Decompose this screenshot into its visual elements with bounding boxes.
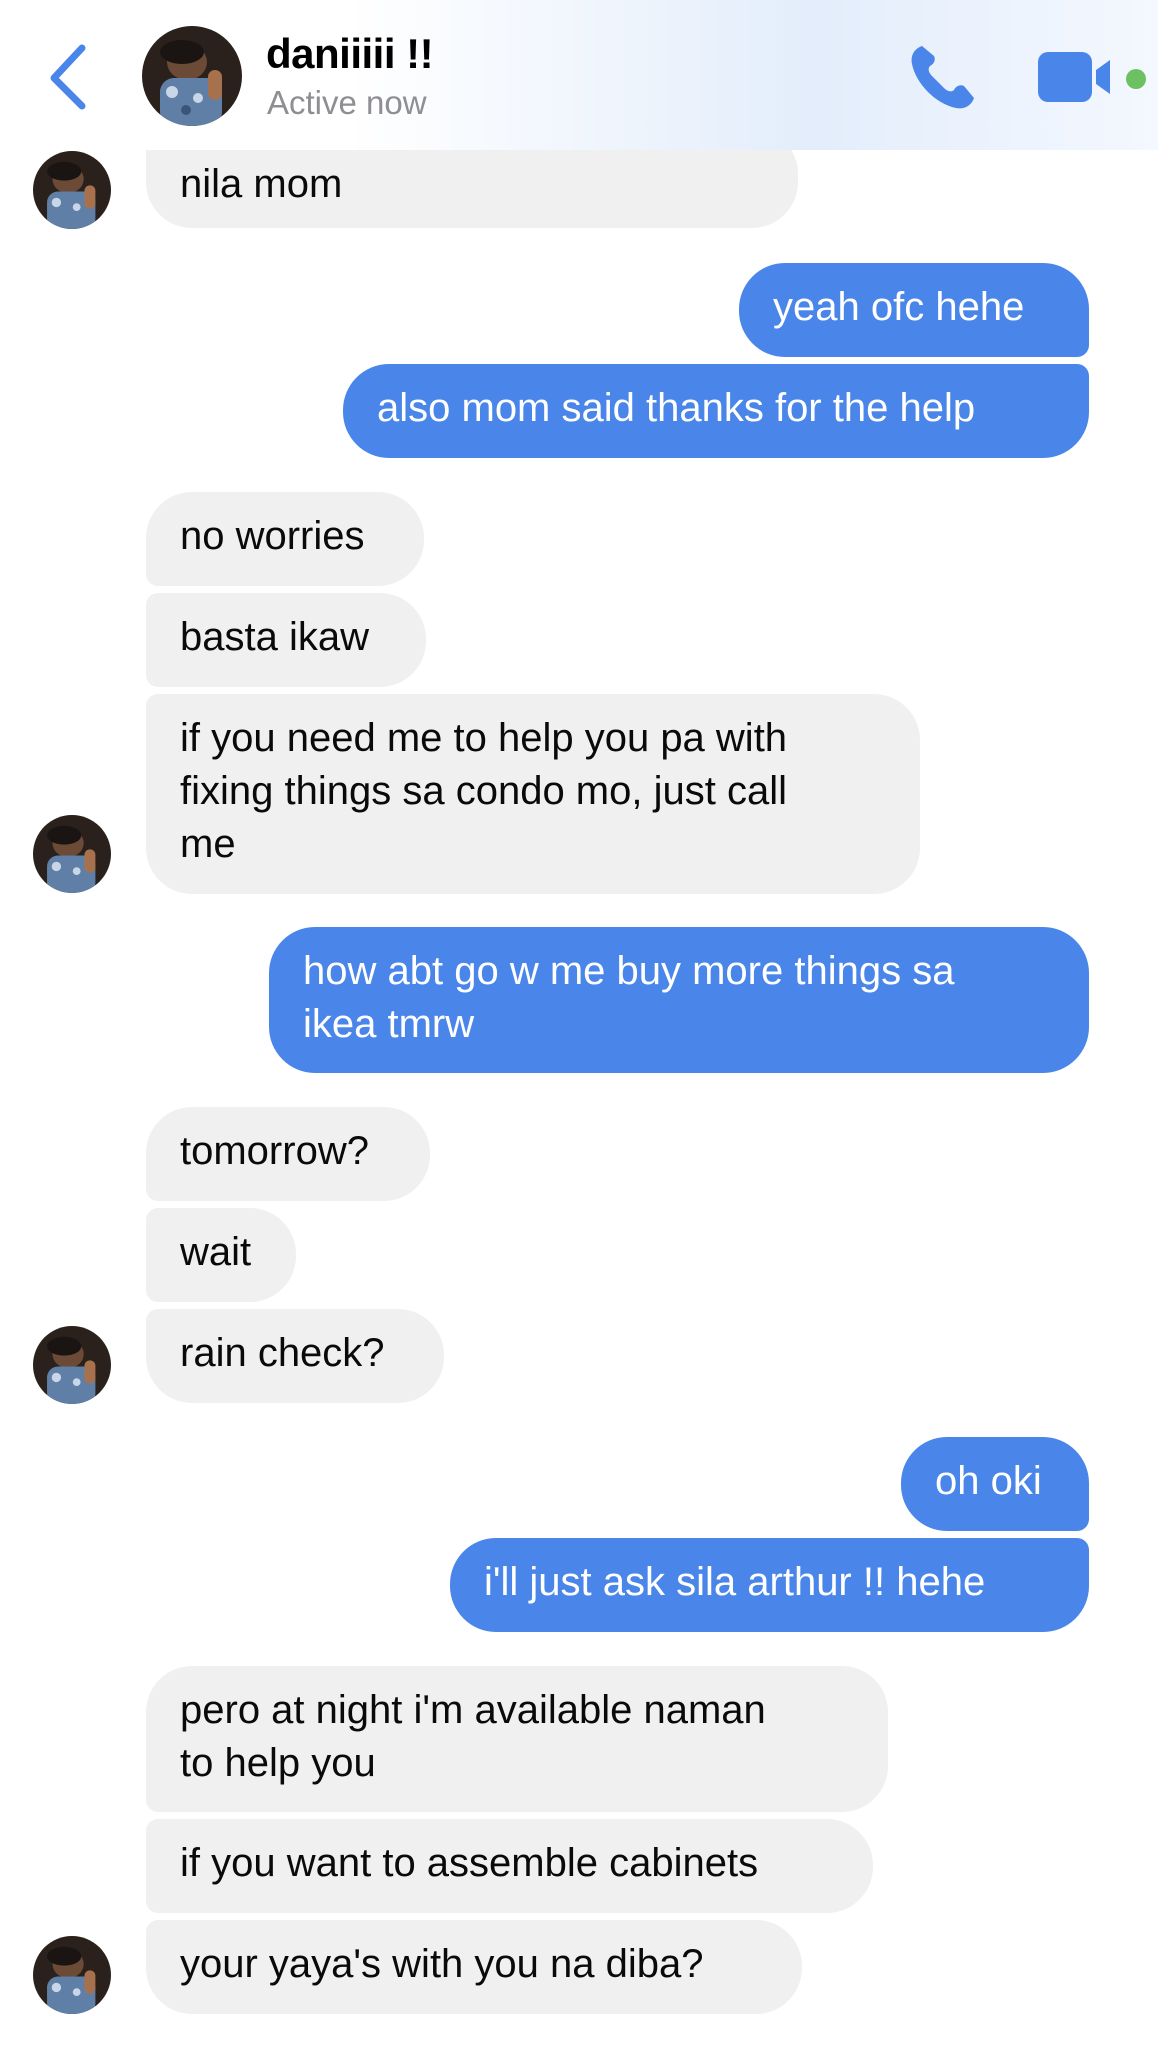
conversation-header: daniiiii !! Active now [0, 0, 1158, 150]
sender-avatar[interactable] [33, 1326, 111, 1404]
contact-avatar[interactable] [142, 26, 242, 126]
incoming-message[interactable]: rain check? [146, 1309, 444, 1403]
message-text: your yaya's with you na diba? [180, 1942, 704, 1986]
call-button[interactable] [904, 40, 980, 116]
outgoing-message[interactable]: i'll just ask sila arthur !! hehe [450, 1538, 1089, 1632]
incoming-message[interactable]: if you want to assemble cabinets [146, 1819, 873, 1913]
message-text: if you want to assemble cabinets [180, 1841, 759, 1885]
message-text: ikea tmrw [303, 1002, 475, 1046]
avatar-image [33, 1936, 111, 2014]
avatar-image [33, 1326, 111, 1404]
incoming-message[interactable]: basta ikaw [146, 593, 426, 687]
message-text: rain check? [180, 1331, 385, 1375]
incoming-message[interactable]: no worries [146, 492, 424, 586]
avatar-image [33, 151, 111, 229]
incoming-message[interactable]: if you need me to help you pa with fixin… [146, 694, 920, 894]
message-text: yeah ofc hehe [773, 285, 1025, 329]
incoming-message[interactable]: wait [146, 1208, 296, 1302]
sender-avatar[interactable] [33, 151, 111, 229]
message-text: if you need me to help you pa with [180, 716, 788, 760]
avatar-image [142, 26, 242, 126]
message-text: me [180, 822, 236, 866]
message-text: oh oki [935, 1459, 1042, 1503]
sender-avatar[interactable] [33, 815, 111, 893]
outgoing-message[interactable]: also mom said thanks for the help [343, 364, 1089, 458]
message-text: i'll just ask sila arthur !! hehe [484, 1560, 986, 1604]
avatar-image [33, 815, 111, 893]
back-button[interactable] [40, 40, 100, 110]
message-text: nila mom [180, 162, 343, 206]
message-text: fixing things sa condo mo, just call [180, 769, 787, 813]
video-call-button[interactable] [1036, 48, 1114, 106]
outgoing-message[interactable]: yeah ofc hehe [739, 263, 1089, 357]
message-text: no worries [180, 514, 365, 558]
sender-avatar[interactable] [33, 1936, 111, 2014]
contact-name[interactable]: daniiiii !! [266, 30, 434, 78]
incoming-message[interactable]: your yaya's with you na diba? [146, 1920, 802, 2014]
outgoing-message[interactable]: how abt go w me buy more things sa ikea … [269, 927, 1089, 1073]
active-status: Active now [267, 84, 427, 121]
outgoing-message[interactable]: oh oki [901, 1437, 1089, 1531]
message-text: how abt go w me buy more things sa [303, 949, 955, 993]
message-text: wait [180, 1230, 252, 1274]
phone-icon [911, 46, 974, 109]
message-text: to help you [180, 1741, 376, 1785]
message-text: basta ikaw [180, 615, 369, 659]
message-text: also mom said thanks for the help [377, 386, 976, 430]
chevron-left-icon [50, 44, 86, 110]
message-text: tomorrow? [180, 1129, 369, 1173]
online-indicator [1126, 69, 1146, 89]
message-text: pero at night i'm available naman [180, 1688, 766, 1732]
incoming-message[interactable]: pero at night i'm available naman to hel… [146, 1666, 888, 1812]
video-camera-icon [1038, 52, 1110, 102]
incoming-message[interactable]: tomorrow? [146, 1107, 430, 1201]
